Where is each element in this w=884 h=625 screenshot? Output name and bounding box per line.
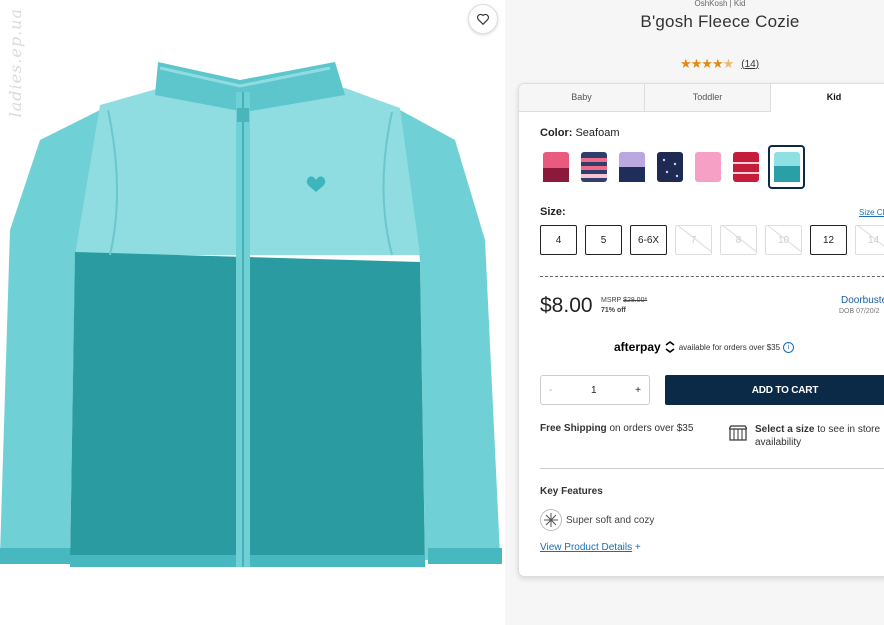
qty-value[interactable]: 1 xyxy=(591,385,597,396)
swatch-red-fairisle[interactable] xyxy=(730,147,762,187)
shipping-rest: on orders over $35 xyxy=(606,423,694,434)
msrp-label: MSRP xyxy=(601,297,622,304)
store-bold: Select a size xyxy=(755,424,815,435)
heart-icon xyxy=(477,13,489,26)
feature-item: Super soft and cozy xyxy=(540,509,654,531)
tab-baby[interactable]: Baby xyxy=(519,84,646,111)
watermark-text: ladies.ep.ua xyxy=(6,8,25,118)
swatch-striped[interactable] xyxy=(578,147,610,187)
size-option-7: 7 xyxy=(675,225,712,255)
afterpay-text: available for orders over $35 xyxy=(678,342,781,352)
swatch-lavender-navy[interactable] xyxy=(616,147,648,187)
msrp-value: $28.00* xyxy=(623,297,648,304)
store-availability: Select a size to see in store availabili… xyxy=(755,423,880,449)
details-plus-icon[interactable]: + xyxy=(635,542,641,553)
color-selection: Color: Seafoam xyxy=(540,127,619,139)
section-divider xyxy=(540,468,884,469)
swatch-navy-print[interactable] xyxy=(654,147,686,187)
product-rating[interactable]: ★★★★★ (14) xyxy=(680,56,759,72)
tab-toddler[interactable]: Toddler xyxy=(645,84,772,111)
product-image xyxy=(0,62,502,567)
color-label: Color: xyxy=(540,127,573,139)
size-option-10: 10 xyxy=(765,225,802,255)
color-value: Seafoam xyxy=(575,127,620,139)
size-option-6-6x[interactable]: 6-6X xyxy=(630,225,667,255)
favorite-button[interactable] xyxy=(468,4,498,34)
product-title: B'gosh Fleece Cozie xyxy=(640,12,800,31)
color-swatches xyxy=(540,145,805,189)
swatch-pink[interactable] xyxy=(692,147,724,187)
store-icon xyxy=(729,425,747,441)
size-option-5[interactable]: 5 xyxy=(585,225,622,255)
size-option-12[interactable]: 12 xyxy=(810,225,847,255)
rating-stars: ★★★★★ xyxy=(680,56,734,71)
store-rest: to see in store xyxy=(814,424,881,435)
feature-text: Super soft and cozy xyxy=(566,514,655,526)
age-tabs: Baby Toddler Kid xyxy=(519,84,884,113)
discount-text: 71% off xyxy=(601,307,626,314)
afterpay-arrows-icon xyxy=(665,341,675,353)
qty-plus-button[interactable]: + xyxy=(635,385,641,396)
size-chart-link[interactable]: Size Chart xyxy=(859,208,884,217)
promo-badge: Doorbuster xyxy=(841,295,884,306)
swatch-pink-maroon[interactable] xyxy=(540,147,572,187)
view-product-details-link[interactable]: View Product Details + xyxy=(540,542,641,553)
quantity-stepper[interactable]: - 1 + xyxy=(540,375,650,405)
info-icon[interactable]: i xyxy=(783,341,795,353)
add-to-cart-button[interactable]: ADD TO CART xyxy=(665,375,884,405)
dashed-divider xyxy=(540,276,884,277)
review-count-link[interactable]: (14) xyxy=(741,59,759,70)
shipping-info: Free Shipping on orders over $35 xyxy=(540,423,693,434)
purchase-card: Baby Toddler Kid Color: Seafoam Size: Si… xyxy=(518,83,884,577)
swatch-seafoam[interactable] xyxy=(768,145,805,189)
qty-minus-button[interactable]: - xyxy=(549,385,552,396)
size-options: 4 5 6-6X 7 8 10 12 14 xyxy=(540,225,884,255)
afterpay-logo: afterpay xyxy=(614,340,661,354)
size-label: Size: xyxy=(540,206,566,218)
promo-date: DOB 07/20/2 xyxy=(839,308,880,315)
afterpay-row: afterpay available for orders over $35 i xyxy=(614,340,795,354)
msrp-block: MSRP $28.00* 71% off xyxy=(601,296,647,316)
store-line2: availability xyxy=(755,437,802,448)
snowflake-icon xyxy=(540,509,562,531)
brand-line: OshKosh | Kid xyxy=(694,0,746,8)
sale-price: $8.00 xyxy=(540,294,593,317)
tab-kid[interactable]: Kid xyxy=(771,84,884,113)
size-option-14: 14 xyxy=(855,225,884,255)
key-features-heading: Key Features xyxy=(540,486,603,497)
shipping-bold: Free Shipping xyxy=(540,423,607,434)
size-option-4[interactable]: 4 xyxy=(540,225,577,255)
details-link-text[interactable]: View Product Details xyxy=(540,542,632,553)
size-option-8: 8 xyxy=(720,225,757,255)
product-image-panel: ladies.ep.ua xyxy=(0,0,505,625)
